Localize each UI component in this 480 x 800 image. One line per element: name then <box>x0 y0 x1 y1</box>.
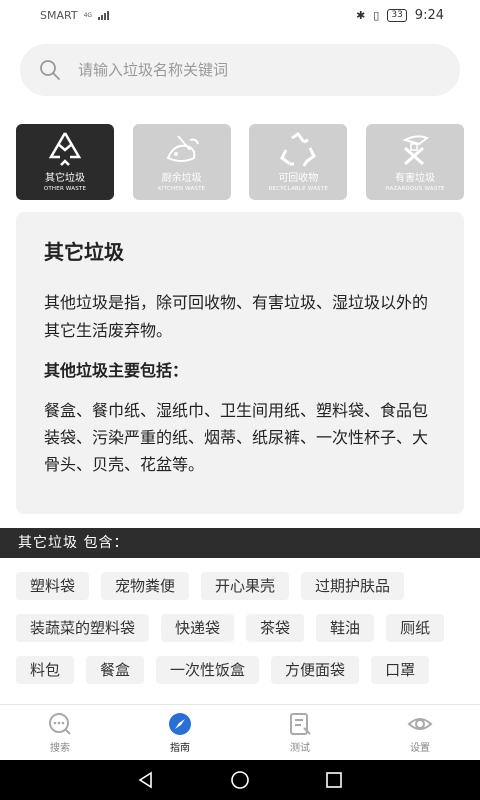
clock: 9:24 <box>414 7 444 23</box>
description-text: 其他垃圾是指，除可回收物、有害垃圾、湿垃圾以外的其它生活废弃物。 <box>44 293 429 340</box>
category-recyclable[interactable]: 可回收物 RECYCLABLE WASTE <box>249 124 348 200</box>
quiz-icon <box>287 711 313 737</box>
category-en: RECYCLABLE WASTE <box>268 186 328 192</box>
tag-item[interactable]: 过期护肤品 <box>301 572 405 600</box>
nav-settings[interactable]: 设置 <box>360 705 480 760</box>
nav-guide[interactable]: 指南 <box>120 705 240 760</box>
search-icon <box>40 60 60 80</box>
tag-item[interactable]: 快递袋 <box>161 614 235 642</box>
network-label: 4G <box>83 11 93 19</box>
category-name: 有害垃圾 <box>394 173 435 184</box>
search-nav-icon <box>47 711 73 737</box>
category-name: 厨余垃圾 <box>161 173 202 184</box>
battery-icon: 33 <box>387 8 407 22</box>
status-right: ✱ ▯ 33 9:24 <box>356 8 444 23</box>
category-name: 可回收物 <box>278 173 319 184</box>
other-waste-icon <box>43 130 87 170</box>
hazardous-waste-icon <box>393 130 437 170</box>
tag-list: 塑料袋 宠物粪便 开心果壳 过期护肤品 装蔬菜的塑料袋 快递袋 茶袋 鞋油 厕纸… <box>16 572 466 704</box>
bottom-nav: 搜索 指南 测试 设置 <box>0 704 480 760</box>
tag-item[interactable]: 宠物粪便 <box>101 572 190 600</box>
category-tabs: 其它垃圾 OTHER WASTE 厨余垃圾 KITCHEN WASTE 可回收物… <box>16 124 464 200</box>
nav-quiz[interactable]: 测试 <box>240 705 360 760</box>
category-en: OTHER WASTE <box>43 186 87 192</box>
tag-item[interactable]: 鞋油 <box>316 614 375 642</box>
category-name: 其它垃圾 <box>45 173 85 184</box>
tag-item[interactable]: 餐盒 <box>86 656 145 684</box>
contains-header: 其它垃圾 包含： <box>0 528 480 558</box>
nav-label: 设置 <box>410 743 430 754</box>
category-kitchen-waste[interactable]: 厨余垃圾 KITCHEN WASTE <box>132 124 231 200</box>
eye-settings-icon <box>407 711 433 737</box>
carrier-label: SMART <box>40 8 78 22</box>
nav-label: 指南 <box>170 743 190 754</box>
home-icon[interactable] <box>229 769 251 791</box>
status-bar: SMART 4G ✱ ▯ 33 9:24 <box>0 0 480 30</box>
signal-icon <box>98 10 110 20</box>
compass-icon <box>167 711 193 737</box>
nav-label: 搜索 <box>50 743 70 754</box>
search-bar[interactable] <box>20 44 460 96</box>
recycle-icon <box>276 130 320 170</box>
category-other-waste[interactable]: 其它垃圾 OTHER WASTE <box>16 124 114 200</box>
nav-search[interactable]: 搜索 <box>0 705 120 760</box>
tag-item[interactable]: 装蔬菜的塑料袋 <box>16 614 150 642</box>
category-en: KITCHEN WASTE <box>157 186 206 192</box>
tag-item[interactable]: 厕纸 <box>386 614 445 642</box>
tag-item[interactable]: 料包 <box>16 656 75 684</box>
tag-item[interactable]: 口罩 <box>371 656 430 684</box>
description-subtitle: 其他垃圾主要包括： <box>44 361 189 380</box>
vibrate-icon: ▯ <box>373 8 380 22</box>
tag-item[interactable]: 茶袋 <box>246 614 305 642</box>
description-items: 餐盒、餐巾纸、湿纸巾、卫生间用纸、塑料袋、食品包装袋、污染严重的纸、烟蒂、纸尿裤… <box>44 401 429 474</box>
tag-item[interactable]: 方便面袋 <box>271 656 360 684</box>
category-en: HAZARDOUS WASTE <box>385 186 445 192</box>
system-nav-bar <box>0 760 480 800</box>
tag-item[interactable]: 塑料袋 <box>16 572 90 600</box>
recents-icon[interactable] <box>324 770 344 790</box>
nav-label: 测试 <box>290 743 310 754</box>
category-hazardous[interactable]: 有害垃圾 HAZARDOUS WASTE <box>365 124 464 200</box>
tag-item[interactable]: 开心果壳 <box>201 572 290 600</box>
back-icon[interactable] <box>136 770 156 790</box>
search-input[interactable] <box>78 61 418 79</box>
description-card: 其它垃圾 其他垃圾是指，除可回收物、有害垃圾、湿垃圾以外的其它生活废弃物。 其他… <box>16 212 464 514</box>
kitchen-waste-icon <box>160 130 204 170</box>
status-left: SMART 4G <box>40 8 110 22</box>
tag-item[interactable]: 一次性饭盒 <box>156 656 260 684</box>
description-title: 其它垃圾 <box>44 240 124 264</box>
bluetooth-icon: ✱ <box>356 8 366 22</box>
